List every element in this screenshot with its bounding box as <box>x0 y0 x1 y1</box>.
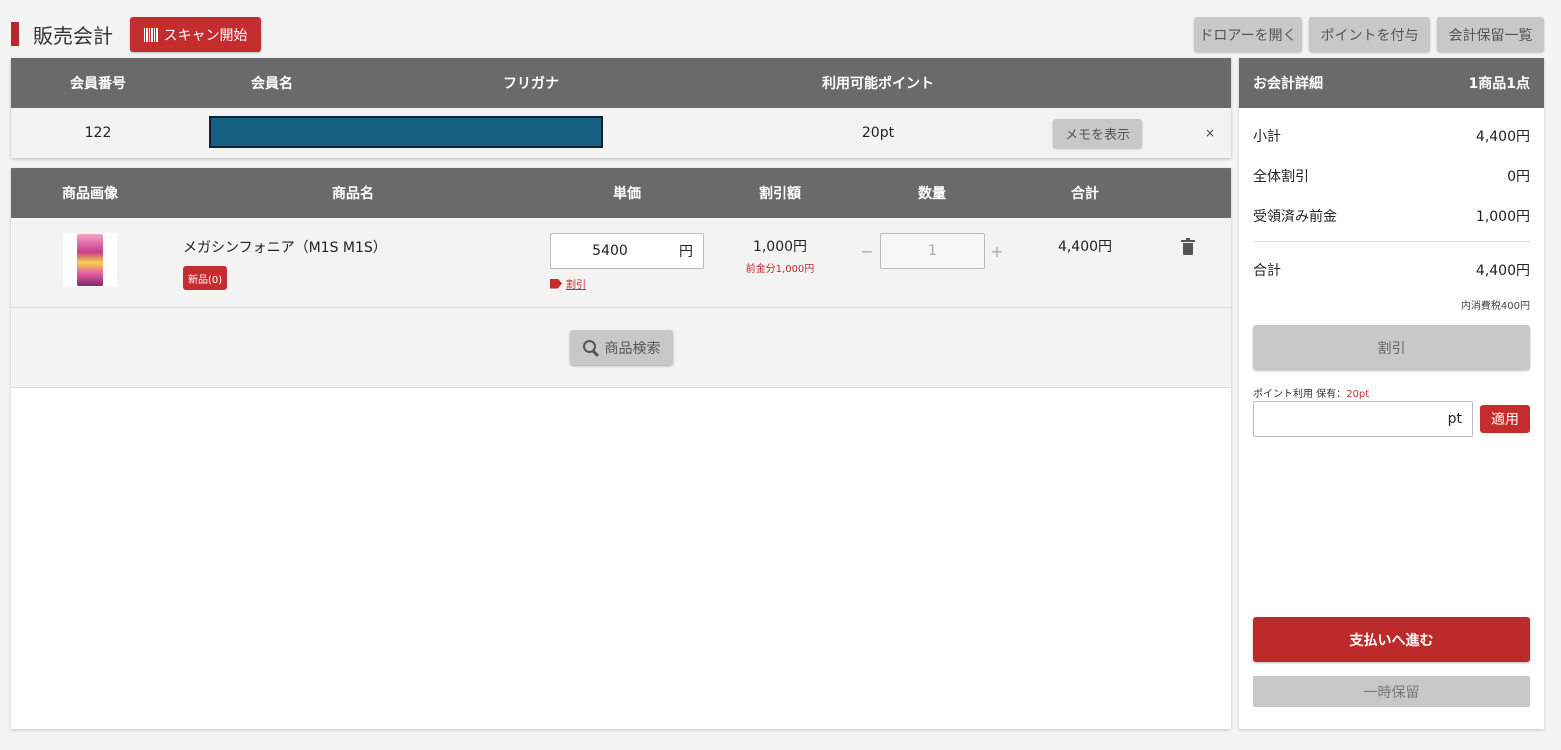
quantity-input[interactable]: 1 <box>880 233 985 269</box>
open-drawer-button[interactable]: ドロアーを開く <box>1194 17 1302 52</box>
subtotal-label: 小計 <box>1253 129 1281 145</box>
summary-title: お会計詳細 <box>1253 76 1323 92</box>
point-use-label: ポイント利用 保有：20pt <box>1253 385 1369 400</box>
page-title: 販売会計 <box>33 24 113 48</box>
top-bar: 販売会計 スキャン開始 ドロアーを開く ポイントを付与 会計保留一覧 <box>0 0 1561 58</box>
quantity-header: 数量 <box>918 186 946 202</box>
item-discount-link[interactable]: 割引 <box>550 276 586 291</box>
point-use-input[interactable]: pt <box>1253 401 1473 437</box>
show-memo-button[interactable]: メモを表示 <box>1053 119 1142 148</box>
point-use-text: ポイント利用 保有： <box>1253 389 1347 400</box>
product-search-area: 商品検索 <box>11 308 1231 388</box>
member-name-header: 会員名 <box>251 76 293 92</box>
furigana-header: フリガナ <box>503 76 559 92</box>
condition-badge[interactable]: 新品(0) <box>183 266 228 290</box>
subtotal-value: 4,400円 <box>1475 129 1530 145</box>
owned-points: 20pt <box>1346 389 1370 400</box>
close-member-icon[interactable]: × <box>1201 123 1219 143</box>
scan-start-label: スキャン開始 <box>163 27 248 44</box>
proceed-to-payment-button[interactable]: 支払いへ進む <box>1253 617 1530 662</box>
row-total: 4,400円 <box>1057 239 1113 255</box>
held-checkouts-button[interactable]: 会計保留一覧 <box>1437 17 1544 52</box>
summary-header: お会計詳細 1商品1点 <box>1239 58 1544 108</box>
product-search-button[interactable]: 商品検索 <box>570 330 673 365</box>
unit-price-value: 5400 <box>592 243 628 259</box>
tax-note: 内消費税400円 <box>1460 301 1530 312</box>
grand-total-value: 4,400円 <box>1475 263 1530 279</box>
unit-price-input[interactable]: 5400 円 <box>550 233 704 269</box>
tag-icon <box>550 278 562 289</box>
received-deposit-value: 1,000円 <box>1475 209 1530 225</box>
price-currency: 円 <box>679 244 693 260</box>
member-name-redacted <box>209 116 603 148</box>
available-points: 20pt <box>861 125 895 141</box>
deposit-note: 前金分1,000円 <box>745 264 815 275</box>
total-header: 合計 <box>1071 186 1099 202</box>
trash-lid <box>1181 240 1195 242</box>
trash-icon[interactable] <box>1181 238 1197 258</box>
received-deposit-row: 受領済み前金 1,000円 <box>1253 206 1530 226</box>
title-accent-bar <box>11 22 19 46</box>
member-panel: 会員番号 会員名 フリガナ 利用可能ポイント 122 20pt メモを表示 × <box>11 58 1231 158</box>
decrease-quantity-icon[interactable]: − <box>858 240 876 262</box>
discount-amount: 1,000円 <box>752 239 808 255</box>
subtotal-row: 小計 4,400円 <box>1253 126 1530 146</box>
available-points-header: 利用可能ポイント <box>822 76 934 92</box>
temporary-hold-button[interactable]: 一時保留 <box>1253 676 1530 707</box>
checkout-summary-panel: お会計詳細 1商品1点 小計 4,400円 全体割引 0円 受領済み前金 1,0… <box>1239 58 1544 729</box>
product-panel: 商品画像 商品名 単価 割引額 数量 合計 メガシンフォニア（M1S M1S） … <box>11 168 1231 729</box>
overall-discount-value: 0円 <box>1507 169 1530 185</box>
grant-points-button[interactable]: ポイントを付与 <box>1309 17 1430 52</box>
unit-price-header: 単価 <box>613 186 641 202</box>
overall-discount-button[interactable]: 割引 <box>1253 325 1530 370</box>
increase-quantity-icon[interactable]: + <box>988 240 1006 262</box>
search-icon <box>582 339 599 356</box>
received-deposit-label: 受領済み前金 <box>1253 209 1337 225</box>
item-count: 1商品1点 <box>1468 76 1530 92</box>
member-table-header: 会員番号 会員名 フリガナ 利用可能ポイント <box>11 58 1231 108</box>
grand-total-row: 合計 4,400円 <box>1253 260 1530 280</box>
grand-total-label: 合計 <box>1253 263 1281 279</box>
product-image-header: 商品画像 <box>62 186 118 202</box>
member-number-header: 会員番号 <box>70 76 126 92</box>
item-discount-label: 割引 <box>566 280 586 291</box>
overall-discount-row: 全体割引 0円 <box>1253 166 1530 186</box>
overall-discount-label: 全体割引 <box>1253 169 1309 185</box>
member-number: 122 <box>84 125 112 141</box>
card-pack-image <box>77 234 103 286</box>
product-name: メガシンフォニア（M1S M1S） <box>183 240 387 256</box>
member-row: 122 20pt メモを表示 × <box>11 108 1231 158</box>
product-name-header: 商品名 <box>332 186 374 202</box>
apply-points-button[interactable]: 適用 <box>1480 405 1530 433</box>
summary-divider <box>1253 241 1530 242</box>
product-row: メガシンフォニア（M1S M1S） 新品(0) 5400 円 割引 1,000円… <box>11 218 1231 308</box>
scan-start-button[interactable]: スキャン開始 <box>130 17 261 52</box>
product-search-label: 商品検索 <box>604 340 661 357</box>
barcode-icon <box>143 27 158 42</box>
product-table-header: 商品画像 商品名 単価 割引額 数量 合計 <box>11 168 1231 218</box>
product-image <box>63 233 117 287</box>
discount-amount-header: 割引額 <box>759 186 801 202</box>
trash-body <box>1183 243 1193 255</box>
point-unit: pt <box>1447 411 1462 427</box>
